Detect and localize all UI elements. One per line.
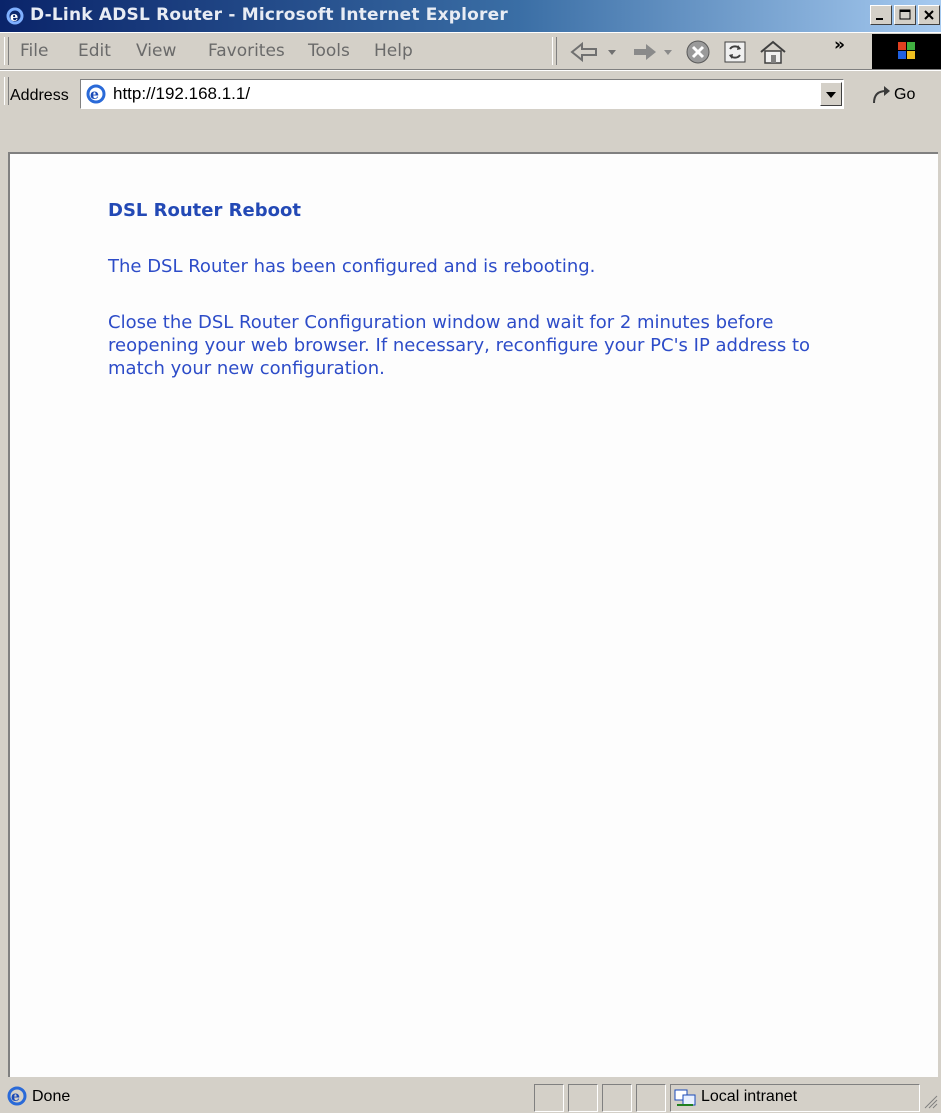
home-button[interactable]	[758, 39, 788, 65]
close-icon	[924, 10, 934, 20]
address-field[interactable]: e	[80, 79, 844, 109]
status-bar: e Done Local intranet	[0, 1077, 941, 1113]
go-arrow-icon	[873, 86, 890, 104]
forward-button[interactable]	[630, 39, 680, 65]
resize-grip-icon[interactable]	[922, 1093, 938, 1113]
address-input[interactable]	[113, 80, 803, 108]
back-button[interactable]	[568, 39, 624, 65]
status-cell-1	[534, 1084, 564, 1112]
stop-icon	[686, 40, 710, 64]
status-cell-2	[568, 1084, 598, 1112]
menu-file[interactable]: File	[20, 41, 48, 61]
stop-button[interactable]	[684, 39, 712, 65]
zone-text: Local intranet	[701, 1088, 798, 1105]
toolbar-grip[interactable]	[4, 37, 9, 65]
maximize-icon	[899, 9, 911, 20]
reboot-message: The DSL Router has been configured and i…	[108, 256, 596, 277]
status-main-cell	[0, 1084, 532, 1112]
ie-logo-icon: e	[6, 7, 24, 25]
address-bar: Address e Go	[0, 70, 941, 152]
close-button[interactable]	[918, 5, 940, 25]
home-icon	[760, 40, 786, 64]
go-label: Go	[894, 86, 916, 103]
windows-flag-icon	[898, 42, 915, 59]
menu-bar: File Edit View Favorites Tools Help »	[0, 32, 941, 70]
status-zone-cell[interactable]: Local intranet	[670, 1084, 920, 1112]
refresh-icon	[724, 41, 746, 63]
refresh-button[interactable]	[722, 39, 748, 65]
forward-arrow-icon	[634, 44, 672, 60]
page-icon: e	[85, 83, 107, 105]
svg-text:e: e	[10, 10, 18, 25]
status-cell-3	[602, 1084, 632, 1112]
local-intranet-icon	[674, 1089, 696, 1106]
title-bar[interactable]: e D-Link ADSL Router - Microsoft Interne…	[0, 0, 941, 32]
address-label: Address	[10, 87, 69, 104]
menu-help[interactable]: Help	[374, 41, 413, 61]
address-grip[interactable]	[4, 77, 9, 105]
page-title: DSL Router Reboot	[108, 200, 301, 221]
page-content: DSL Router Reboot The DSL Router has bee…	[8, 152, 938, 1077]
chevron-down-icon	[826, 92, 836, 98]
windows-logo	[872, 34, 941, 69]
address-dropdown-button[interactable]	[820, 82, 842, 106]
minimize-icon	[876, 18, 883, 20]
menu-favorites[interactable]: Favorites	[208, 41, 285, 61]
status-cell-4	[636, 1084, 666, 1112]
menu-view[interactable]: View	[136, 41, 176, 61]
menu-tools[interactable]: Tools	[308, 41, 350, 61]
maximize-button[interactable]	[894, 5, 916, 25]
back-arrow-icon	[570, 41, 616, 63]
toolbar-grip-2[interactable]	[552, 37, 557, 65]
menu-edit[interactable]: Edit	[78, 41, 111, 61]
minimize-button[interactable]	[870, 5, 892, 25]
reboot-instructions: Close the DSL Router Configuration windo…	[108, 312, 811, 379]
svg-text:e: e	[90, 87, 99, 103]
toolbar-chevron[interactable]: »	[834, 35, 845, 55]
go-button[interactable]: Go	[868, 81, 938, 109]
window-title: D-Link ADSL Router - Microsoft Internet …	[30, 5, 508, 25]
